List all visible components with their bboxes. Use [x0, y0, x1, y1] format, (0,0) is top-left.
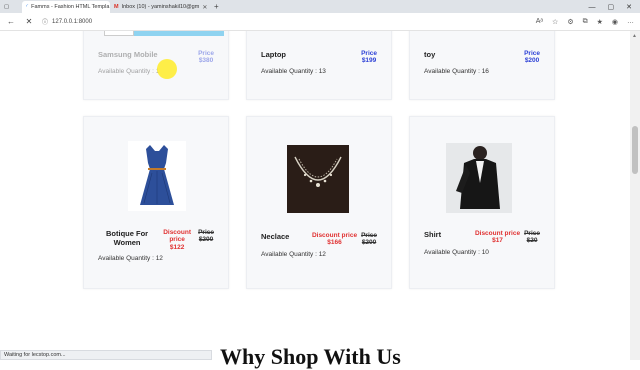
- product-name: toy: [424, 50, 436, 59]
- product-price: Price $380: [198, 50, 214, 65]
- old-price-value: $20: [526, 237, 538, 245]
- product-image-strip: [104, 31, 134, 36]
- profile-icon[interactable]: ◉: [612, 18, 618, 26]
- product-card[interactable]: Samsung Mobile Price $380 Available Quan…: [83, 31, 229, 100]
- original-price: Price $20: [524, 230, 540, 245]
- product-name: Neclace: [261, 232, 290, 241]
- product-card[interactable]: toy Price $200 Available Quantity : 16: [409, 31, 555, 100]
- tab-actions-button[interactable]: ▢: [0, 1, 22, 13]
- product-name: Samsung Mobile: [98, 50, 158, 59]
- discount-label: Discount price: [474, 230, 521, 237]
- product-name: Shirt: [424, 230, 442, 239]
- favorite-icon[interactable]: ☆: [552, 18, 558, 26]
- dress-image[interactable]: [128, 141, 186, 211]
- price-label: Price: [198, 50, 214, 57]
- maximize-icon[interactable]: ▢: [608, 3, 615, 11]
- page-scrollbar[interactable]: ▲: [630, 31, 640, 360]
- product-card[interactable]: Botique For Women Discount price $122 Pr…: [83, 116, 229, 289]
- extension-icon[interactable]: ⚙: [567, 18, 573, 26]
- tab-actions-icon: ▢: [4, 4, 10, 10]
- price-value: $199: [361, 57, 377, 65]
- browser-tab-bar: ▢ ◜ Famms - Fashion HTML Templa ✕ M Inbo…: [0, 0, 640, 13]
- original-price: Price $200: [198, 229, 214, 244]
- browser-status-bar: Waiting for lecstop.com...: [0, 350, 212, 360]
- gmail-icon: M: [114, 4, 119, 10]
- shirt-image[interactable]: [446, 143, 512, 213]
- product-price: Price $199: [361, 50, 377, 65]
- discount-value: $122: [169, 243, 185, 251]
- read-aloud-icon[interactable]: Aᵃ: [536, 18, 543, 25]
- browser-toolbar: ← ✕ ⓘ 127.0.0.1:8000 Aᵃ ☆ ⚙ ⧉ ★ ◉ …: [0, 13, 640, 31]
- available-quantity: Available Quantity : 10: [424, 248, 489, 256]
- minimize-icon[interactable]: —: [589, 4, 596, 11]
- discount-price: Discount price $122: [160, 229, 194, 251]
- available-quantity: Available Quantity : 1: [98, 67, 160, 75]
- close-window-icon[interactable]: ✕: [626, 3, 632, 11]
- address-text: 127.0.0.1:8000: [52, 18, 93, 25]
- page-content: Samsung Mobile Price $380 Available Quan…: [0, 31, 630, 360]
- address-bar[interactable]: ⓘ 127.0.0.1:8000: [42, 17, 93, 27]
- collections-icon[interactable]: ⧉: [583, 18, 588, 26]
- price-label: Price: [361, 232, 377, 239]
- back-icon[interactable]: ←: [6, 17, 16, 26]
- product-card[interactable]: Laptop Price $199 Available Quantity : 1…: [246, 31, 392, 100]
- available-quantity: Available Quantity : 13: [261, 67, 326, 75]
- new-tab-button[interactable]: +: [210, 1, 223, 13]
- cursor-highlight: [157, 59, 177, 79]
- price-label: Price: [361, 50, 377, 57]
- old-price-value: $200: [198, 236, 214, 244]
- discount-price: Discount price $166: [312, 232, 357, 247]
- available-quantity: Available Quantity : 12: [98, 255, 163, 263]
- close-tab-icon[interactable]: ✕: [202, 4, 207, 11]
- browser-tab-famms[interactable]: ◜ Famms - Fashion HTML Templa ✕: [22, 1, 110, 13]
- price-label: Price: [524, 230, 540, 237]
- necklace-image[interactable]: [287, 145, 349, 213]
- product-price: Price $200: [524, 50, 540, 65]
- tab-title: Inbox (10) - yaminshakil10@gm: [121, 4, 200, 10]
- available-quantity: Available Quantity : 12: [261, 250, 326, 258]
- product-name: Botique For Women: [106, 229, 149, 247]
- product-card[interactable]: Shirt Discount price $17 Price $20 Avail…: [409, 116, 555, 289]
- price-label: Price: [524, 50, 540, 57]
- info-icon: ⓘ: [42, 20, 49, 26]
- tab-title: Famms - Fashion HTML Templa: [31, 4, 110, 10]
- scrollbar-thumb[interactable]: [632, 126, 638, 174]
- discount-value: $166: [327, 239, 342, 247]
- available-quantity: Available Quantity : 16: [424, 67, 489, 75]
- more-icon[interactable]: …: [627, 18, 634, 25]
- browser-tab-inbox[interactable]: M Inbox (10) - yaminshakil10@gm ✕: [110, 1, 210, 13]
- original-price: Price $200: [361, 232, 377, 247]
- product-name: Laptop: [261, 50, 286, 59]
- discount-price: Discount price $17: [475, 230, 520, 245]
- section-heading: Why Shop With Us: [220, 344, 401, 369]
- product-card[interactable]: Neclace Discount price $166 Price $200 A…: [246, 116, 392, 289]
- discount-label: Discount price: [163, 229, 191, 244]
- favorites-bar-icon[interactable]: ★: [597, 18, 603, 26]
- discount-label: Discount price: [311, 232, 358, 239]
- reload-icon[interactable]: ✕: [24, 17, 34, 26]
- price-value: $380: [198, 57, 214, 65]
- scroll-up-icon[interactable]: ▲: [632, 33, 637, 39]
- discount-value: $17: [492, 237, 503, 245]
- loading-icon: ◜: [26, 4, 29, 10]
- price-label: Price: [198, 229, 214, 236]
- old-price-value: $200: [361, 239, 377, 247]
- price-value: $200: [524, 57, 540, 65]
